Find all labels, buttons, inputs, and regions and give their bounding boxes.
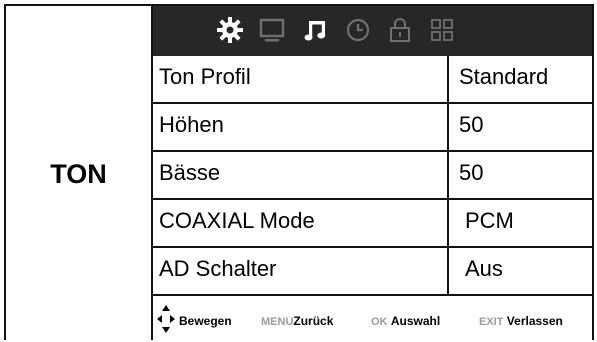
- hint-exit: EXIT Verlassen: [479, 314, 563, 328]
- music-note-icon[interactable]: [301, 15, 331, 45]
- gear-icon[interactable]: [215, 15, 245, 45]
- hint-ok: OK Auswahl: [371, 314, 440, 328]
- setting-row-ton-profil[interactable]: Ton Profil Standard: [153, 56, 592, 104]
- exit-key-label: EXIT: [479, 316, 504, 328]
- section-panel: TON: [4, 4, 153, 340]
- setting-label: Ton Profil: [159, 64, 251, 89]
- settings-panel: Ton Profil Standard Höhen 50 Bässe 50 CO…: [153, 4, 594, 340]
- setting-row-hoehen[interactable]: Höhen 50: [153, 104, 592, 152]
- grid-icon[interactable]: [427, 15, 457, 45]
- section-title: TON: [50, 159, 107, 189]
- column-divider: [447, 104, 449, 150]
- setting-label: Höhen: [159, 112, 224, 137]
- monitor-icon[interactable]: [257, 15, 287, 45]
- clock-icon[interactable]: [343, 15, 373, 45]
- setting-row-baesse[interactable]: Bässe 50: [153, 152, 592, 200]
- category-icon-bar: [153, 6, 592, 56]
- column-divider: [447, 152, 449, 198]
- setting-label: Bässe: [159, 160, 221, 185]
- hint-move-label: Bewegen: [179, 314, 232, 328]
- setting-row-coaxial-mode[interactable]: COAXIAL Mode PCM: [153, 200, 592, 248]
- hint-move: Bewegen: [179, 314, 232, 328]
- navigation-arrows-icon: [157, 305, 175, 333]
- tv-menu-frame: TON Ton Profil Standard Höhen 50 Bässe 5…: [0, 0, 597, 340]
- setting-value: Aus: [465, 256, 503, 281]
- column-divider: [447, 56, 449, 102]
- menu-action-label: Zurück: [293, 314, 334, 328]
- column-divider: [447, 200, 449, 246]
- exit-action-label: Verlassen: [506, 314, 563, 328]
- lock-icon[interactable]: [385, 15, 415, 45]
- setting-value: Standard: [459, 64, 549, 89]
- column-divider: [447, 248, 449, 294]
- settings-list: Ton Profil Standard Höhen 50 Bässe 50 CO…: [153, 56, 592, 296]
- ok-key-label: OK: [371, 316, 388, 328]
- setting-label: COAXIAL Mode: [159, 208, 315, 233]
- setting-label: AD Schalter: [159, 256, 277, 281]
- hint-menu: MENUZurück: [261, 314, 333, 328]
- menu-key-label: MENU: [261, 316, 294, 328]
- ok-action-label: Auswahl: [390, 314, 441, 328]
- setting-value: 50: [459, 160, 484, 185]
- setting-value: PCM: [465, 208, 514, 233]
- key-hint-bar: Bewegen MENUZurück OK Auswahl EXIT Verla…: [153, 298, 592, 342]
- setting-value: 50: [459, 112, 484, 137]
- setting-row-ad-schalter[interactable]: AD Schalter Aus: [153, 248, 592, 296]
